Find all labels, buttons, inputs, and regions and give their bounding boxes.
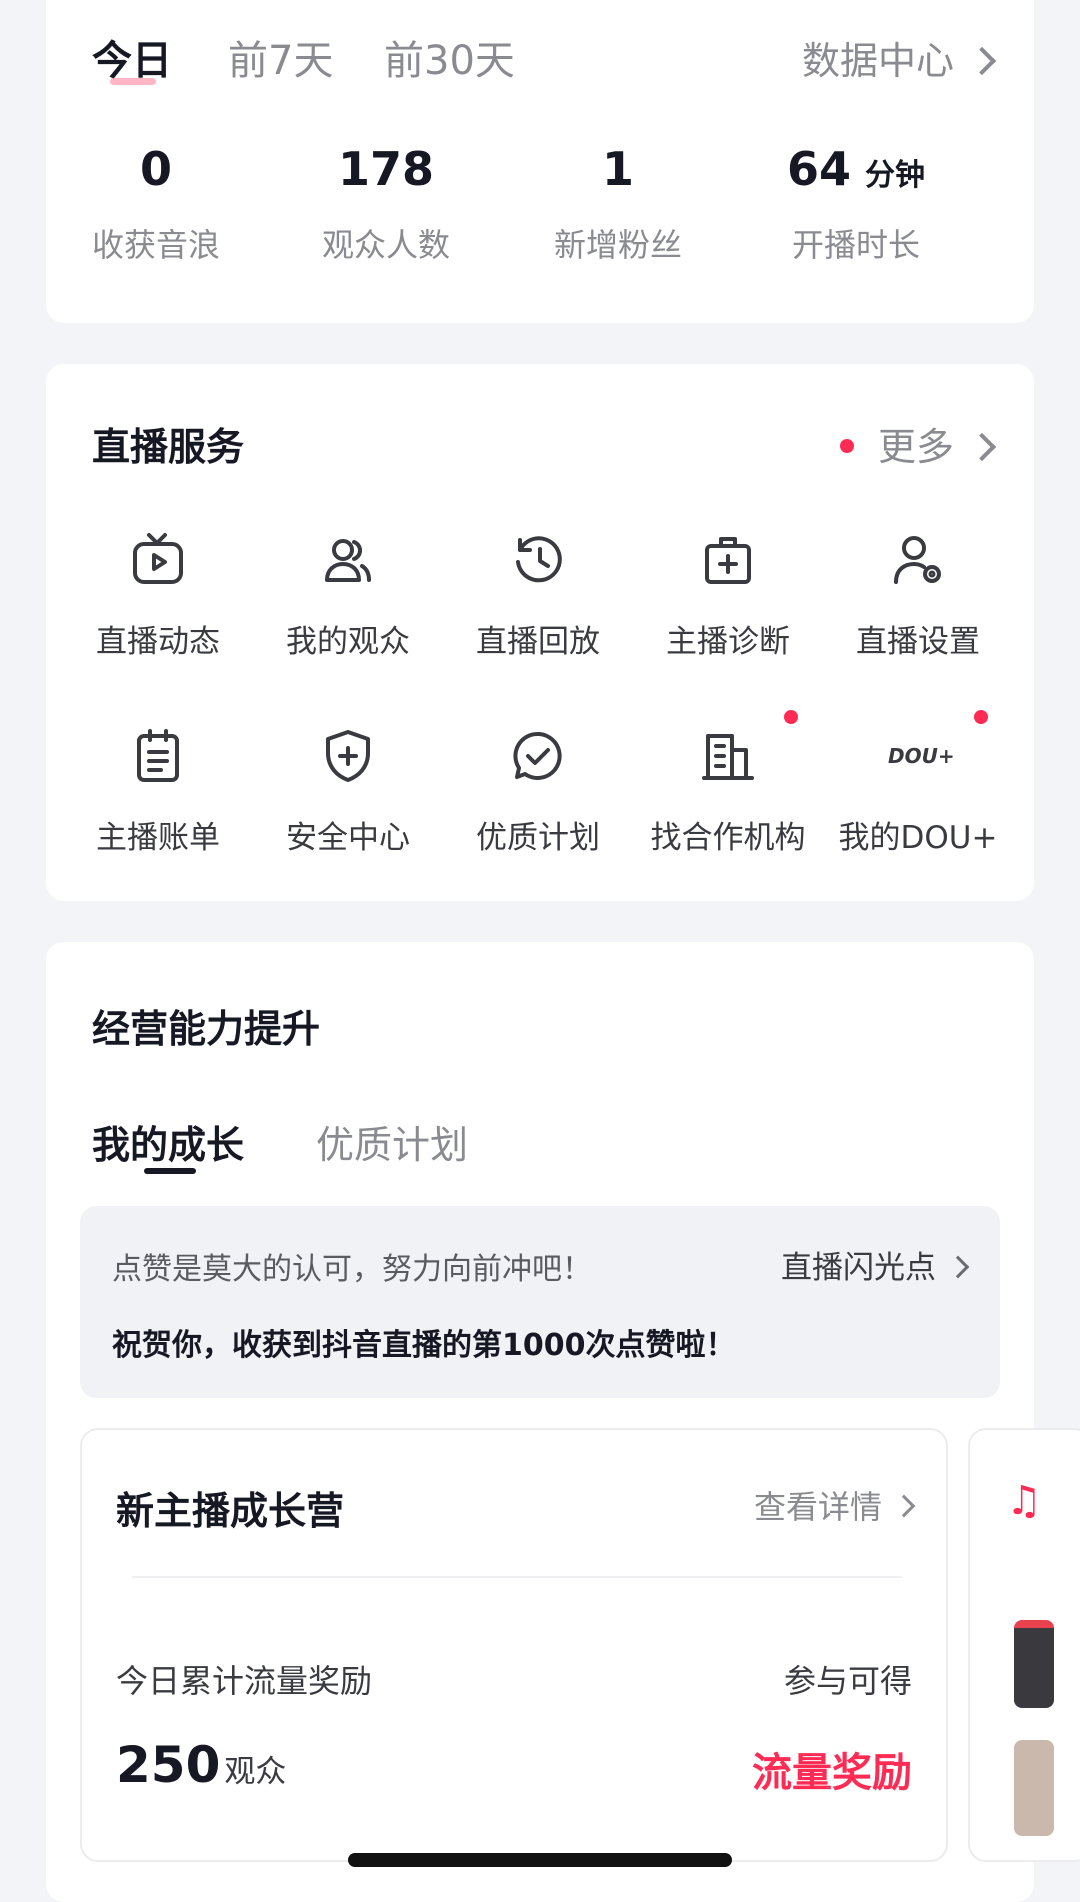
stat-value: 1: [601, 142, 634, 196]
service-label: 主播账单: [96, 820, 220, 856]
service-my-audience[interactable]: 我的观众: [250, 530, 446, 661]
new-streamer-camp-card[interactable]: 新主播成长营 查看详情 今日累计流量奖励 参与可得 250 观众 流量奖励: [80, 1428, 948, 1862]
tab-quality-plan[interactable]: 优质计划: [316, 1114, 468, 1169]
service-quality-plan[interactable]: 优质计划: [440, 726, 636, 857]
music-note-icon: ♫: [1006, 1478, 1042, 1524]
red-dot-badge: [784, 710, 798, 724]
tab-30-days[interactable]: 前30天: [384, 28, 515, 86]
active-tab-indicator: [144, 1168, 196, 1174]
chevron-right-icon: [892, 1494, 916, 1518]
live-highlights-link[interactable]: 直播闪光点: [781, 1242, 970, 1287]
tv-play-icon: [128, 530, 188, 590]
service-label: 我的DOU+: [838, 820, 998, 856]
banner-message: 点赞是莫大的认可，努力向前冲吧！: [112, 1252, 592, 1287]
bill-icon: [128, 726, 188, 786]
stat-live-duration[interactable]: 64 分钟 开播时长: [746, 142, 966, 266]
chevron-right-icon: [967, 46, 997, 75]
service-label: 安全中心: [286, 820, 410, 856]
tab-my-growth[interactable]: 我的成长: [92, 1114, 244, 1169]
stat-label: 观众人数: [321, 226, 450, 264]
camp-title: 新主播成长营: [116, 1489, 345, 1533]
stat-unit: 分钟: [865, 158, 925, 193]
stat-value: 0: [139, 142, 172, 196]
dou-plus-icon: DOU+: [888, 710, 988, 786]
service-security-center[interactable]: 安全中心: [250, 726, 446, 857]
service-find-agency[interactable]: 找合作机构: [630, 710, 826, 857]
service-label: 直播回放: [476, 624, 600, 660]
banner-congrats: 祝贺你，收获到抖音直播的第1000次点赞啦！: [112, 1328, 736, 1363]
service-my-dou-plus[interactable]: DOU+ 我的DOU+: [820, 710, 1016, 857]
red-dot-badge: [839, 438, 854, 453]
service-label: 直播设置: [856, 624, 980, 660]
tab-today-indicator: [110, 78, 156, 85]
stat-label: 开播时长: [791, 226, 920, 264]
service-label: 直播动态: [96, 624, 220, 660]
service-streamer-diagnosis[interactable]: 主播诊断: [630, 530, 826, 661]
service-label: 主播诊断: [666, 624, 790, 660]
growth-title: 经营能力提升: [92, 1007, 321, 1051]
like-milestone-banner[interactable]: 点赞是莫大的认可，努力向前冲吧！ 直播闪光点 祝贺你，收获到抖音直播的第1000…: [80, 1206, 1000, 1398]
stat-value: 64: [786, 142, 851, 196]
service-streamer-bill[interactable]: 主播账单: [60, 726, 256, 857]
stats-card: 今日 前7天 前30天 数据中心 0 收获音浪 178 观众人数 1 新增粉丝 …: [46, 0, 1034, 323]
medical-kit-icon: [698, 530, 758, 590]
stat-viewers[interactable]: 178 观众人数: [276, 142, 496, 266]
shield-plus-icon: [318, 726, 378, 786]
service-live-settings[interactable]: 直播设置: [820, 530, 1016, 661]
stat-value: 178: [337, 142, 435, 196]
live-service-card: 直播服务 更多 直播动态 我的观众 直播回放 主播诊断 直播设置 主播账单 安全…: [46, 364, 1034, 901]
stat-new-fans[interactable]: 1 新增粉丝: [508, 142, 728, 266]
chevron-right-icon: [967, 432, 997, 461]
history-clock-icon: [508, 530, 568, 590]
stat-label: 新增粉丝: [553, 226, 682, 264]
traffic-reward-label: 今日累计流量奖励: [116, 1662, 373, 1700]
traffic-reward-highlight: 流量奖励: [752, 1750, 912, 1796]
service-live-activity[interactable]: 直播动态: [60, 530, 256, 661]
service-label: 我的观众: [286, 624, 410, 660]
growth-card: 经营能力提升 我的成长 优质计划 点赞是莫大的认可，努力向前冲吧！ 直播闪光点 …: [46, 942, 1080, 1902]
red-dot-badge: [974, 710, 988, 724]
stat-sound-waves[interactable]: 0 收获音浪: [46, 142, 266, 266]
reward-value: 250 观众: [116, 1736, 287, 1794]
more-link[interactable]: 更多: [839, 416, 997, 471]
stat-label: 收获音浪: [91, 226, 220, 264]
view-details-link[interactable]: 查看详情: [754, 1482, 916, 1528]
home-indicator[interactable]: [348, 1853, 732, 1867]
service-label: 找合作机构: [650, 820, 806, 856]
audience-icon: [318, 530, 378, 590]
chevron-right-icon: [946, 1255, 970, 1278]
thumbnail: [1014, 1740, 1054, 1836]
service-live-replay[interactable]: 直播回放: [440, 530, 636, 661]
data-center-link[interactable]: 数据中心: [802, 30, 997, 85]
next-card-peek[interactable]: ♫: [968, 1428, 1080, 1862]
reward-unit: 观众: [224, 1754, 287, 1790]
check-chat-icon: [508, 726, 568, 786]
thumbnail: [1014, 1620, 1054, 1708]
live-service-title: 直播服务: [92, 425, 245, 469]
tab-7-days[interactable]: 前7天: [228, 28, 333, 86]
service-label: 优质计划: [476, 820, 600, 856]
participate-label: 参与可得: [783, 1662, 912, 1700]
building-icon: [698, 710, 798, 786]
divider: [132, 1576, 902, 1578]
user-settings-icon: [888, 530, 948, 590]
